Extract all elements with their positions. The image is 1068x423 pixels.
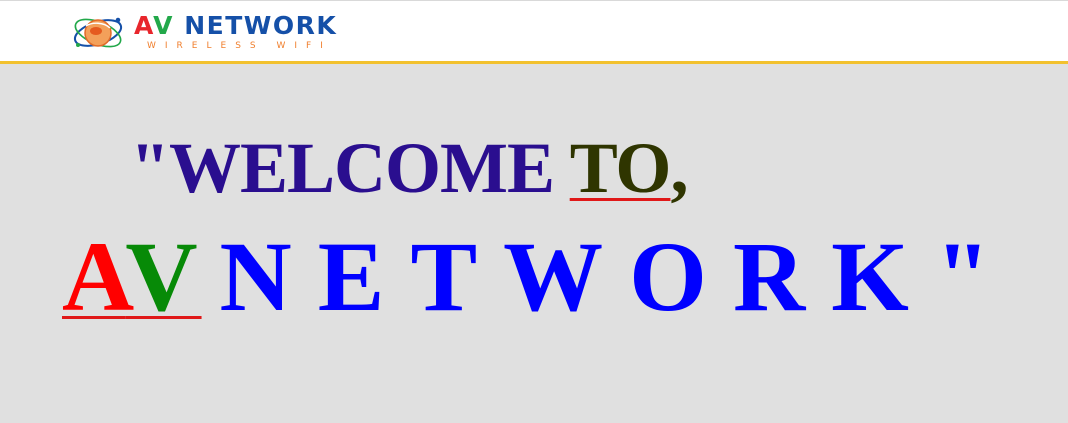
letter-a: A <box>62 221 126 332</box>
welcome-heading-line1: "WELCOME TO, <box>130 128 688 208</box>
brand-title-a: A <box>134 11 154 40</box>
site-header: AV NETWORK WIRELESS WIFI <box>0 0 1068 61</box>
network-text: NETWORK" <box>219 221 1017 332</box>
brand-title: AV NETWORK <box>134 12 337 40</box>
brand-title-network: NETWORK <box>174 11 338 40</box>
letter-v: V <box>125 221 202 332</box>
comma-text: , <box>670 128 688 208</box>
welcome-text: "WELCOME <box>130 128 570 208</box>
brand-logo-link[interactable]: AV NETWORK WIRELESS WIFI <box>72 10 347 56</box>
brand-subtitle: WIRELESS WIFI <box>147 41 332 51</box>
brand-title-v: V <box>153 11 175 40</box>
globe-orbit-logo-icon <box>73 17 123 48</box>
to-text: TO <box>569 128 672 208</box>
av-underlined: AV <box>62 221 202 332</box>
welcome-heading-line2: AV NETWORK" <box>62 222 1016 332</box>
